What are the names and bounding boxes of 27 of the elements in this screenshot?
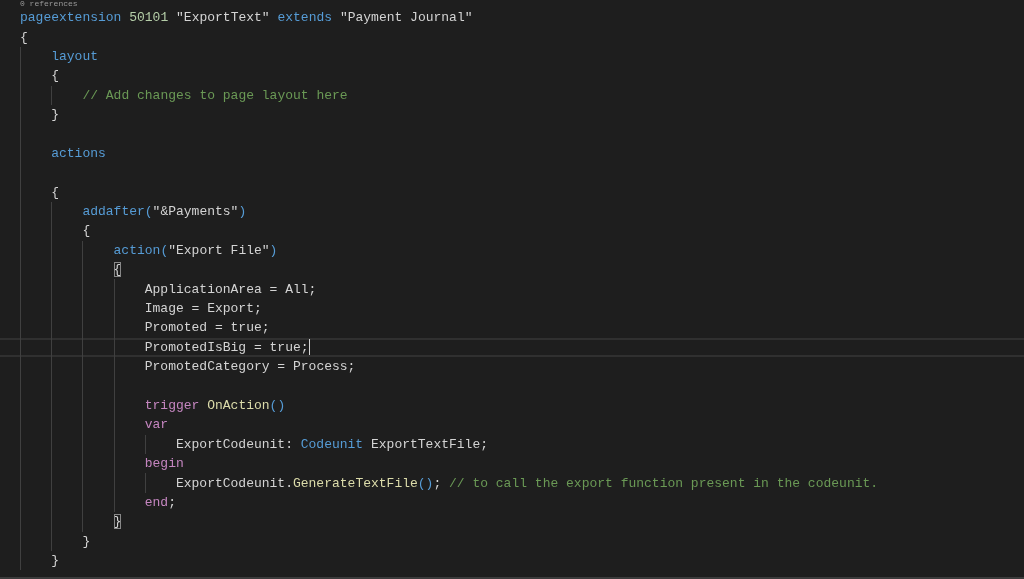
code-line: pageextension 50101 "ExportText" extends "Payment Journal" [20, 10, 473, 26]
code-line: { [113, 262, 122, 278]
code-line: ExportCodeunit: Codeunit ExportTextFile; [175, 436, 488, 452]
code-line: } [82, 533, 91, 549]
codelens-text[interactable]: 0 references [20, 0, 78, 8]
code-line: } [113, 514, 122, 530]
code-line: action("Export File") [113, 242, 278, 258]
code-line: trigger OnAction() [144, 398, 286, 413]
code-line: { [51, 184, 59, 200]
code-line: } [51, 107, 59, 123]
code-line: layout [51, 48, 98, 64]
code-line: begin [144, 456, 184, 472]
code-line: { [82, 223, 91, 239]
code-line: PromotedCategory = Process; [144, 359, 356, 375]
code-line: // Add changes to page layout here [82, 87, 348, 103]
code-line: addafter("&Payments") [82, 204, 247, 220]
code-line: } [51, 553, 59, 569]
code-line: end; [144, 494, 176, 510]
code-line: ApplicationArea = All; [144, 281, 317, 297]
code-line: Image = Export; [144, 301, 262, 317]
code-line: Promoted = true; [144, 320, 270, 336]
code-line: var [144, 417, 169, 433]
code-line: { [20, 29, 28, 45]
code-line: actions [51, 145, 106, 161]
code-line: { [51, 68, 59, 84]
code-line: PromotedIsBig = true; [144, 339, 310, 356]
code-line: ExportCodeunit.GenerateTextFile(); // to call the export function present in the codeunit. [175, 475, 879, 491]
